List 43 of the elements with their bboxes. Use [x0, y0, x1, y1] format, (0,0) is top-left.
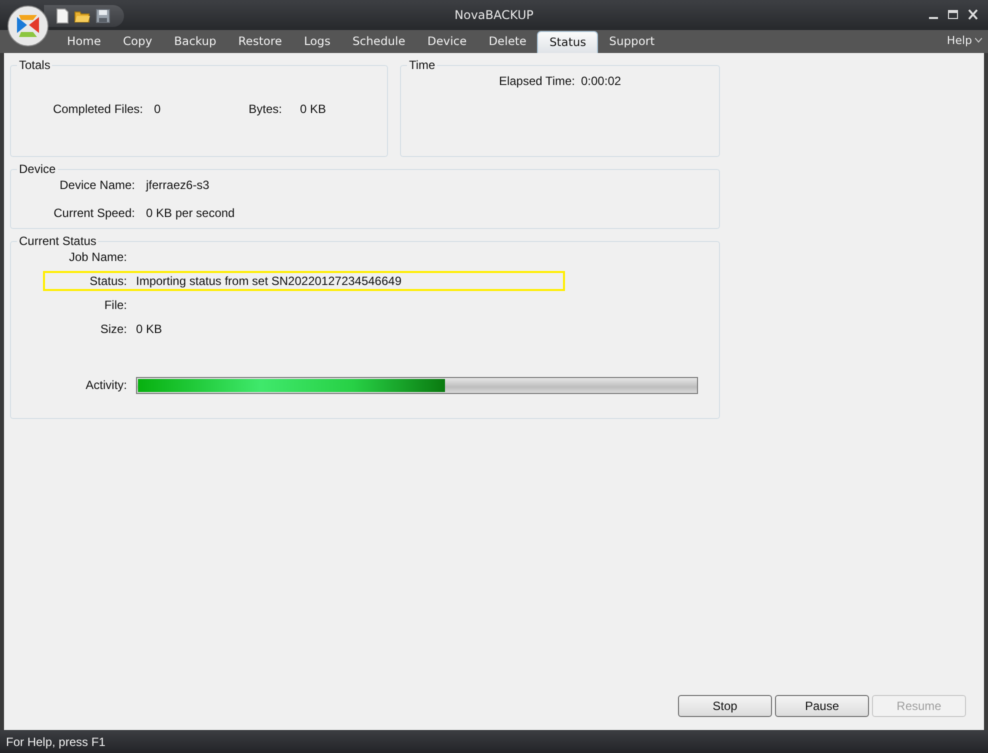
- menu-tab[interactable]: Logs: [292, 31, 342, 53]
- maximize-icon[interactable]: [948, 8, 958, 20]
- group-title: Totals: [18, 59, 52, 71]
- menu-tab[interactable]: Restore: [227, 31, 293, 53]
- field-value: jferraez6-s3: [146, 178, 210, 192]
- help-menu[interactable]: Help: [946, 34, 982, 47]
- menu-tab[interactable]: Delete: [478, 31, 538, 53]
- status-text: For Help, press F1: [6, 734, 106, 748]
- field-label: Device Name:: [58, 178, 135, 192]
- menu-tab[interactable]: Copy: [112, 31, 164, 53]
- action-button[interactable]: Pause: [775, 695, 869, 717]
- menu-tab[interactable]: Support: [598, 31, 666, 53]
- field-label: Job Name:: [68, 250, 127, 264]
- field-label: Bytes:: [248, 102, 282, 116]
- field-value: 0 KB: [300, 102, 326, 116]
- group-title: Time: [408, 59, 436, 71]
- menu-tab[interactable]: Backup: [163, 31, 228, 53]
- caret-icon: [975, 38, 982, 43]
- field-label: Completed Files:: [52, 102, 143, 116]
- field-value: Importing status from set SN20220127234546649: [136, 274, 402, 288]
- group-title: Device: [18, 163, 57, 175]
- window-title: NovaBACKUP: [454, 8, 534, 22]
- field-value: 0:00:02: [581, 74, 622, 88]
- field-label: Size:: [99, 322, 127, 336]
- field-label: Current Speed:: [52, 206, 135, 220]
- menu-tab[interactable]: Status: [537, 31, 598, 53]
- group-title: Current Status: [18, 235, 98, 247]
- menu-tab[interactable]: Home: [56, 31, 112, 53]
- menu-tab[interactable]: Schedule: [341, 31, 416, 53]
- new-file-icon[interactable]: [56, 8, 69, 24]
- save-icon[interactable]: [96, 9, 110, 23]
- action-button[interactable]: Stop: [678, 695, 772, 717]
- field-label: Activity:: [84, 378, 127, 392]
- field-label: Elapsed Time:: [498, 74, 575, 88]
- close-icon[interactable]: [968, 8, 978, 20]
- app-logo[interactable]: [7, 5, 49, 47]
- field-value: 0: [154, 102, 162, 116]
- field-value: 0 KB: [136, 322, 162, 336]
- field-value: 0 KB per second: [146, 206, 235, 220]
- field-label: Status:: [88, 274, 127, 288]
- menu-tab[interactable]: Device: [416, 31, 478, 53]
- folder-icon[interactable]: [74, 9, 91, 23]
- field-label: File:: [103, 298, 127, 312]
